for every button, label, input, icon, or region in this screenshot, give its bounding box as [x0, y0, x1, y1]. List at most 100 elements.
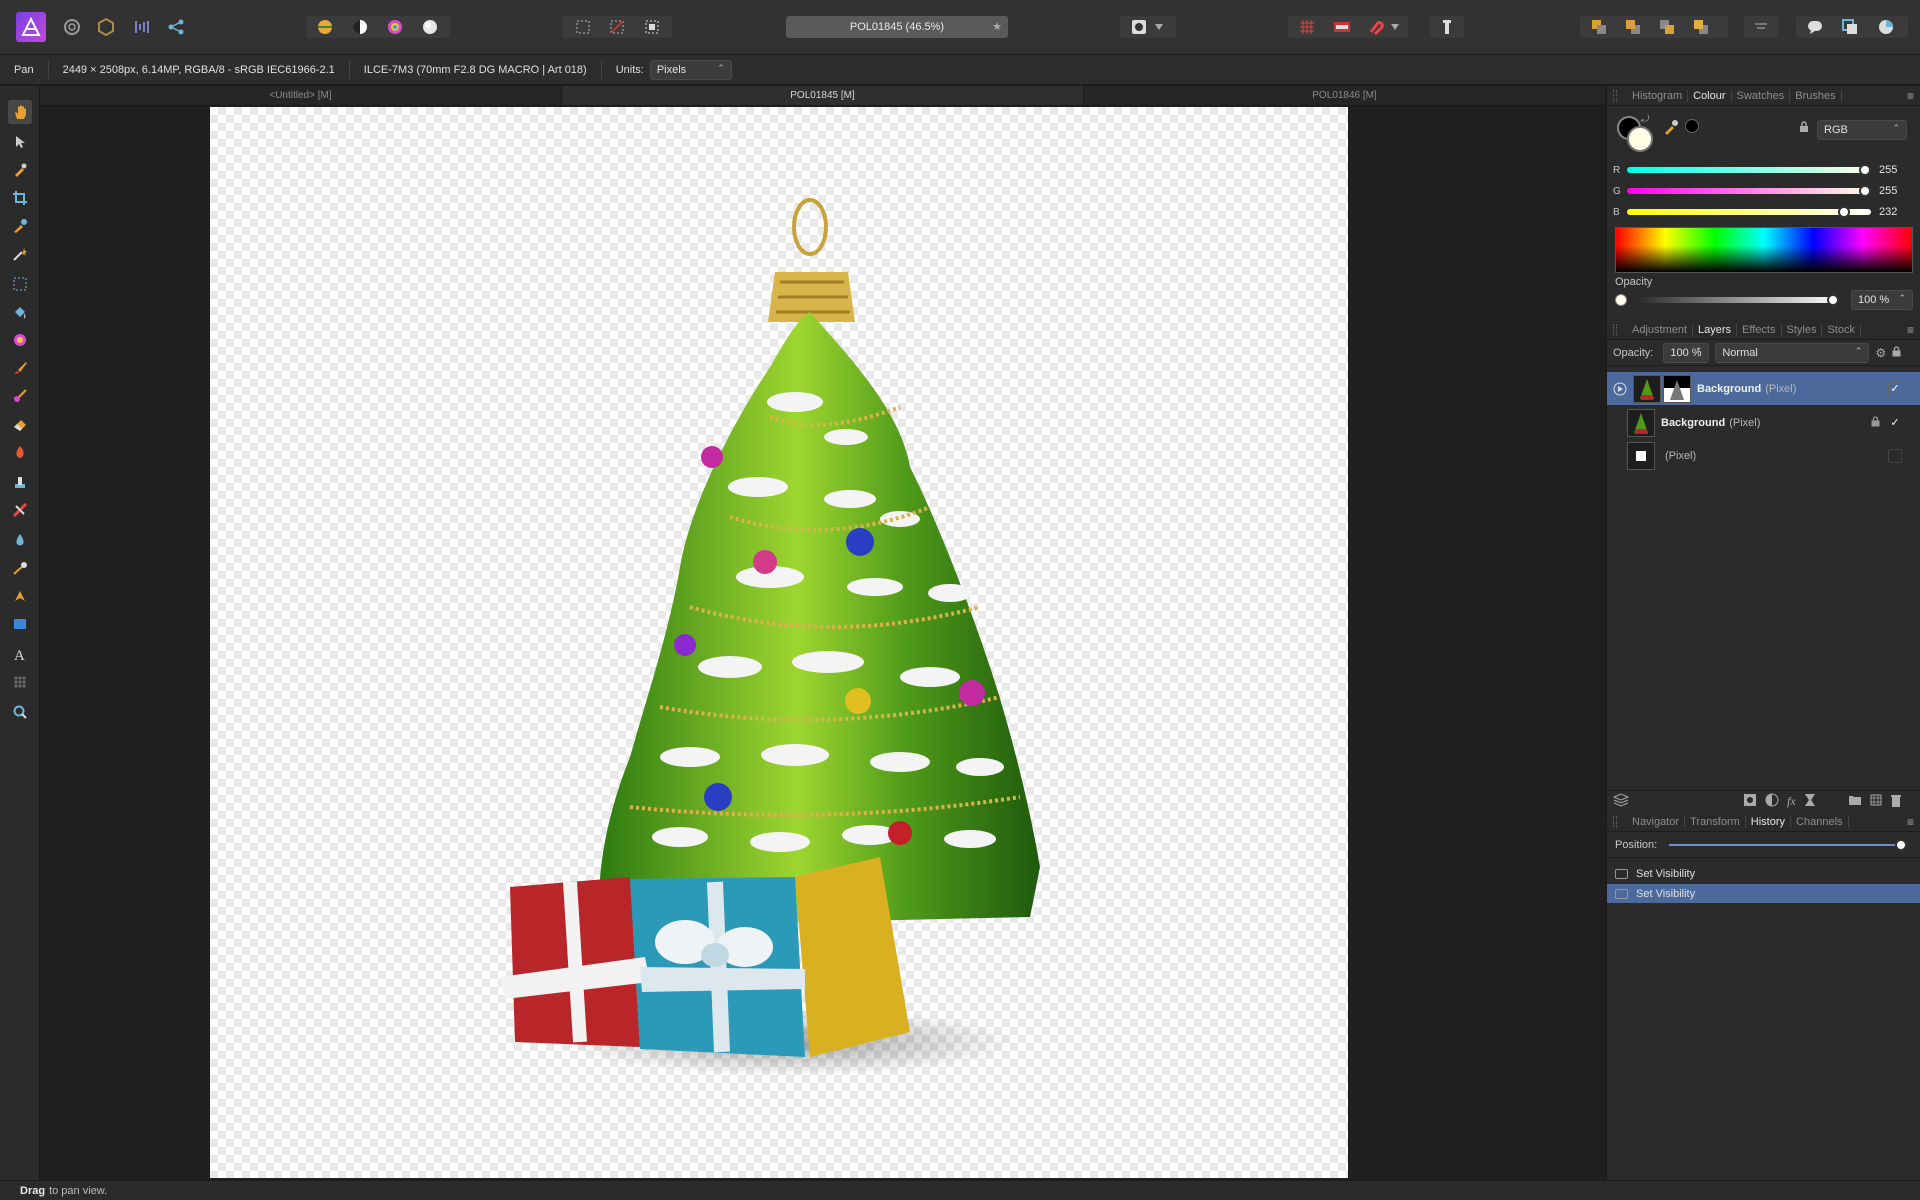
red-value[interactable]: 255	[1879, 164, 1897, 176]
zoom-tool-icon[interactable]	[8, 700, 32, 724]
fx-icon[interactable]: fx	[1787, 794, 1796, 809]
colour-balance-icon[interactable]	[381, 14, 409, 40]
layers-stack-icon[interactable]	[1612, 793, 1630, 810]
move-forward-one-icon[interactable]	[1653, 14, 1681, 40]
lock-icon[interactable]	[1871, 415, 1880, 430]
align-icon[interactable]	[1747, 14, 1775, 40]
visibility-checkbox[interactable]	[1888, 448, 1902, 463]
healing-tool-icon[interactable]	[8, 498, 32, 522]
layer-opacity-field[interactable]: 100 %	[1663, 342, 1710, 363]
trash-icon[interactable]	[1890, 794, 1902, 810]
chevron-down-icon[interactable]	[1388, 14, 1402, 40]
burn-tool-icon[interactable]	[8, 440, 32, 464]
blue-slider-thumb[interactable]	[1838, 206, 1850, 218]
canvas-workspace[interactable]	[40, 106, 1606, 1180]
fill-colour-well[interactable]	[1627, 126, 1653, 152]
deselect-icon[interactable]	[603, 14, 631, 40]
marquee-selection-icon[interactable]	[569, 14, 597, 40]
panel-menu-icon[interactable]: ≡	[1907, 89, 1914, 103]
rulers-icon[interactable]	[1328, 14, 1356, 40]
text-tool-icon[interactable]: A	[8, 642, 32, 666]
windows-icon[interactable]	[1836, 14, 1864, 40]
levels-icon[interactable]	[311, 14, 339, 40]
green-slider[interactable]	[1627, 185, 1871, 197]
move-to-front-icon[interactable]	[1687, 14, 1715, 40]
photo-persona-icon[interactable]	[16, 12, 46, 42]
mask-layer-icon[interactable]	[1743, 793, 1757, 810]
gradient-tool-icon[interactable]	[8, 328, 32, 352]
move-tool-icon[interactable]	[8, 130, 32, 154]
colour-model-select[interactable]: RGB	[1817, 120, 1907, 140]
tab-untitled[interactable]: <Untitled> [M]	[40, 86, 562, 105]
develop-persona-icon[interactable]	[92, 14, 120, 40]
pan-tool-icon[interactable]	[8, 100, 32, 124]
green-slider-thumb[interactable]	[1859, 185, 1871, 197]
eyedropper-icon[interactable]	[1663, 119, 1679, 138]
layer-row[interactable]: Background (Pixel) ✓	[1607, 372, 1920, 405]
flood-fill-tool-icon[interactable]	[8, 300, 32, 324]
blur-tool-icon[interactable]	[8, 528, 32, 552]
move-back-one-icon[interactable]	[1619, 14, 1647, 40]
layer-row[interactable]: Background (Pixel) ✓	[1607, 406, 1920, 439]
smudge-tool-icon[interactable]	[8, 556, 32, 580]
crop-tool-icon[interactable]	[8, 186, 32, 210]
folder-icon[interactable]	[1848, 794, 1862, 809]
tab-brushes[interactable]: Brushes	[1790, 89, 1842, 102]
mesh-warp-tool-icon[interactable]	[8, 670, 32, 694]
expand-arrow-icon[interactable]	[1611, 382, 1629, 396]
panel-grip-icon[interactable]	[1613, 90, 1617, 102]
selection-brush-tool-icon[interactable]	[8, 214, 32, 238]
opacity-slider-thumb[interactable]	[1827, 294, 1839, 306]
panel-menu-icon[interactable]: ≡	[1907, 323, 1914, 337]
colour-wheel-icon[interactable]	[1872, 14, 1900, 40]
speech-bubble-icon[interactable]	[1801, 14, 1829, 40]
move-to-back-icon[interactable]	[1585, 14, 1613, 40]
gear-icon[interactable]: ⚙	[1875, 346, 1886, 360]
tab-transform[interactable]: Transform	[1685, 815, 1746, 828]
pen-tool-icon[interactable]	[8, 584, 32, 608]
clone-tool-icon[interactable]	[8, 470, 32, 494]
colour-opacity-field[interactable]: 100 %	[1851, 290, 1913, 310]
panel-grip-icon[interactable]	[1613, 816, 1617, 828]
history-position-slider[interactable]	[1669, 838, 1908, 851]
tone-mapping-persona-icon[interactable]	[128, 14, 156, 40]
quick-mask-icon[interactable]	[1125, 14, 1153, 40]
black-swatch[interactable]	[1685, 119, 1699, 133]
swap-colours-icon[interactable]: ⤾	[1641, 114, 1649, 125]
tab-layers[interactable]: Layers	[1693, 323, 1738, 336]
eraser-tool-icon[interactable]	[8, 412, 32, 436]
tab-pol01845[interactable]: POL01845 [M]	[562, 86, 1084, 105]
tab-history[interactable]: History	[1746, 815, 1792, 828]
tab-navigator[interactable]: Navigator	[1627, 815, 1686, 828]
green-value[interactable]: 255	[1879, 185, 1897, 197]
chevron-down-icon[interactable]	[1152, 14, 1166, 40]
invert-selection-icon[interactable]	[638, 14, 666, 40]
contrast-icon[interactable]	[346, 14, 374, 40]
red-slider[interactable]	[1627, 164, 1871, 176]
blue-value[interactable]: 232	[1879, 206, 1897, 218]
rectangle-tool-icon[interactable]	[8, 612, 32, 636]
document-canvas[interactable]	[210, 107, 1348, 1178]
visibility-checkbox[interactable]: ✓	[1888, 381, 1902, 396]
grid-icon[interactable]	[1293, 14, 1321, 40]
red-slider-thumb[interactable]	[1859, 164, 1871, 176]
history-position-thumb[interactable]	[1895, 838, 1908, 851]
tab-colour[interactable]: Colour	[1688, 89, 1732, 102]
add-pixel-layer-icon[interactable]	[1870, 794, 1882, 809]
dodge-brush-tool-icon[interactable]	[8, 384, 32, 408]
panel-menu-icon[interactable]: ≡	[1907, 815, 1914, 829]
white-balance-icon[interactable]	[416, 14, 444, 40]
liquify-persona-icon[interactable]	[58, 14, 86, 40]
opacity-slider[interactable]	[1637, 294, 1839, 306]
adjustment-layer-icon[interactable]	[1765, 793, 1779, 810]
magic-wand-tool-icon[interactable]	[8, 242, 32, 266]
snapping-magnet-icon[interactable]	[1362, 14, 1390, 40]
tab-pol01846[interactable]: POL01846 [M]	[1084, 86, 1606, 105]
tab-channels[interactable]: Channels	[1791, 815, 1849, 828]
history-item[interactable]: Set Visibility	[1607, 864, 1920, 883]
tab-effects[interactable]: Effects	[1737, 323, 1782, 336]
history-item[interactable]: Set Visibility	[1607, 884, 1920, 903]
tab-adjustment[interactable]: Adjustment	[1627, 323, 1694, 336]
units-select[interactable]: Pixels	[649, 59, 732, 80]
blend-mode-select[interactable]: Normal	[1715, 342, 1870, 363]
